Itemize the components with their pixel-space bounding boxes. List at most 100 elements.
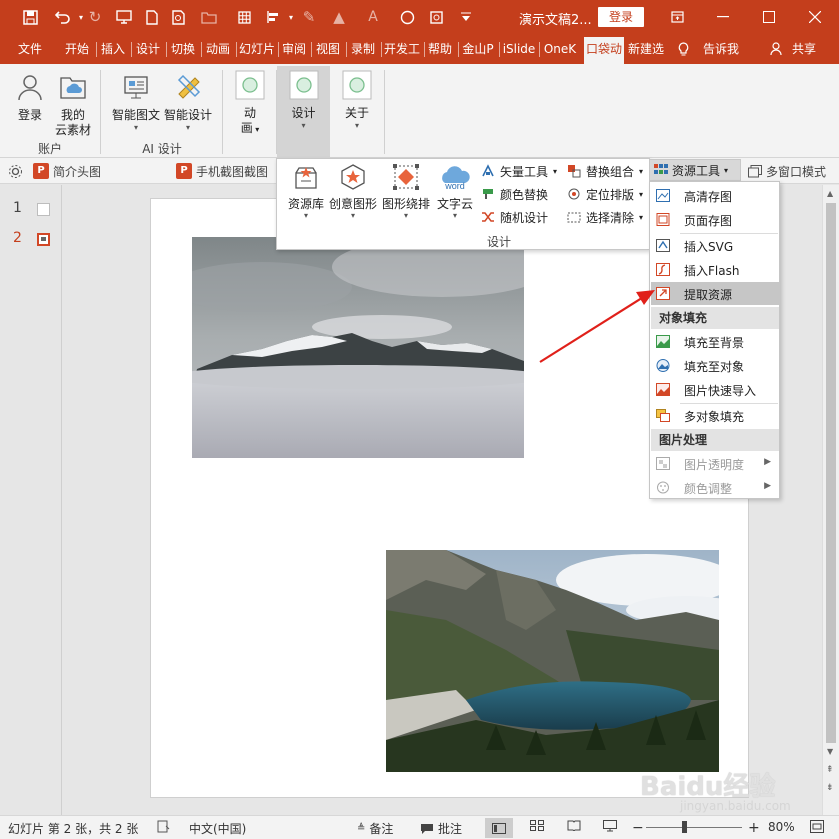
print-preview-icon[interactable] xyxy=(166,0,192,34)
color-replace-button[interactable]: 颜色替换 xyxy=(481,184,548,204)
language-indicator[interactable]: 中文(中国) xyxy=(189,820,246,837)
multi-window-item[interactable]: 多窗口模式 xyxy=(748,162,826,180)
close-icon[interactable] xyxy=(792,0,838,34)
smart-graphic-button[interactable]: 智能图文 ▾ xyxy=(108,72,164,133)
menu-page-save-image[interactable]: 页面存图 xyxy=(651,208,779,231)
tab-transitions[interactable]: 切换 xyxy=(168,34,198,64)
tab-review[interactable]: 审阅 xyxy=(279,34,309,64)
menu-extract-resources[interactable]: 提取资源 xyxy=(651,282,779,305)
zoom-in-icon[interactable]: + xyxy=(748,820,760,836)
select-clear-button[interactable]: 选择清除 ▾ xyxy=(567,207,643,227)
previous-slide-icon[interactable]: ⇞ xyxy=(826,765,834,775)
resource-tools-button[interactable]: 资源工具 ▾ xyxy=(649,159,741,181)
menu-fill-to-background[interactable]: 填充至背景 xyxy=(651,330,779,353)
random-design-button[interactable]: 随机设计 xyxy=(481,207,548,227)
next-slide-icon[interactable]: ⇟ xyxy=(826,783,834,793)
position-layout-button[interactable]: 定位排版 ▾ xyxy=(567,184,643,204)
comments-button[interactable]: 批注 xyxy=(420,820,462,837)
minimize-icon[interactable] xyxy=(700,0,746,34)
normal-view-icon[interactable] xyxy=(485,818,513,838)
menu-image-transparency[interactable]: 图片透明度 ▶ xyxy=(651,452,779,475)
scrollbar-thumb[interactable] xyxy=(826,203,836,743)
reading-view-icon[interactable] xyxy=(567,820,581,831)
new-file-icon[interactable] xyxy=(139,0,165,34)
zoom-slider-thumb[interactable] xyxy=(682,821,687,833)
open-folder-icon[interactable] xyxy=(196,0,222,34)
slideshow-view-icon[interactable] xyxy=(603,820,617,832)
tab-islide[interactable]: iSlide xyxy=(501,34,537,64)
account-login-button[interactable]: 登录 xyxy=(10,72,50,123)
color-replace-label: 颜色替换 xyxy=(500,187,549,202)
design-menu-button[interactable]: 设计 ▾ xyxy=(277,66,330,158)
tab-new[interactable]: 新建选 xyxy=(626,34,666,64)
login-button[interactable]: 登录 xyxy=(598,7,644,27)
intro-header-item[interactable]: P 简介头图 xyxy=(33,162,101,180)
menu-color-adjust-label: 颜色调整 xyxy=(684,482,733,496)
menu-color-adjust[interactable]: 颜色调整 ▶ xyxy=(651,476,779,499)
fill-color-icon[interactable]: ▲ xyxy=(326,0,352,34)
zoom-slider[interactable] xyxy=(646,821,742,833)
about-button[interactable]: 关于 ▾ xyxy=(340,70,374,131)
crop-icon[interactable] xyxy=(423,0,449,34)
maximize-icon[interactable] xyxy=(746,0,792,34)
mountain-lake-image[interactable] xyxy=(386,550,719,772)
word-cloud-button[interactable]: word 文字云 ▾ xyxy=(433,163,477,221)
animation-button[interactable]: 动 画 ▾ xyxy=(234,70,266,137)
menu-fill-to-object[interactable]: 填充至对象 xyxy=(651,354,779,377)
tab-animations[interactable]: 动画 xyxy=(203,34,233,64)
tab-pocket-animation[interactable]: 口袋动 xyxy=(584,37,624,64)
save-icon[interactable] xyxy=(17,0,43,34)
slide-thumbnail-2[interactable] xyxy=(37,233,50,246)
notes-button[interactable]: ≜ 备注 xyxy=(357,820,393,837)
slide-sorter-icon[interactable] xyxy=(530,820,544,831)
foggy-mountain-image[interactable] xyxy=(192,237,524,458)
fit-to-window-icon[interactable] xyxy=(810,820,824,833)
grid-icon[interactable] xyxy=(231,0,257,34)
phone-screenshot-item[interactable]: P 手机截图截图 xyxy=(176,162,268,180)
accessibility-icon[interactable] xyxy=(157,820,170,833)
tab-kingsoft[interactable]: 金山P xyxy=(459,34,497,64)
tab-help[interactable]: 帮助 xyxy=(425,34,455,64)
zoom-level[interactable]: 80% xyxy=(768,820,795,834)
present-from-start-icon[interactable] xyxy=(111,0,137,34)
tab-slideshow[interactable]: 幻灯片 xyxy=(237,34,277,64)
tell-me-search[interactable]: 告诉我 xyxy=(700,34,742,64)
tab-file[interactable]: 文件 xyxy=(10,34,50,64)
scroll-down-icon[interactable]: ▼ xyxy=(827,747,833,756)
settings-icon[interactable] xyxy=(8,162,23,180)
tab-insert[interactable]: 插入 xyxy=(98,34,128,64)
tab-developer[interactable]: 开发工 xyxy=(383,34,421,64)
tab-record[interactable]: 录制 xyxy=(348,34,378,64)
tab-view[interactable]: 视图 xyxy=(313,34,343,64)
font-color-icon[interactable]: A xyxy=(360,0,386,34)
menu-insert-svg[interactable]: 插入SVG xyxy=(651,234,779,257)
share-user-icon[interactable] xyxy=(770,34,784,64)
redo-icon[interactable]: ↻ xyxy=(82,0,108,34)
shape-wrap-button[interactable]: 图形绕排 ▾ xyxy=(379,163,433,221)
tab-design[interactable]: 设计 xyxy=(133,34,163,64)
vector-tools-button[interactable]: 矢量工具 ▾ xyxy=(481,161,557,181)
creative-shapes-button[interactable]: 创意图形 ▾ xyxy=(327,163,379,221)
vertical-scrollbar[interactable]: ▲ ▼ ⇞ ⇟ xyxy=(822,185,839,815)
lightbulb-icon[interactable] xyxy=(676,34,690,64)
menu-insert-flash[interactable]: 插入Flash xyxy=(651,258,779,281)
share-button[interactable]: 共享 xyxy=(788,34,820,64)
menu-hd-save-image[interactable]: 高清存图 xyxy=(651,184,779,207)
creative-shapes-label: 创意图形 xyxy=(328,197,377,211)
smart-design-button[interactable]: 智能设计 ▾ xyxy=(162,72,214,133)
menu-quick-image-import[interactable]: 图片快速导入 xyxy=(651,378,779,401)
menu-multi-object-fill[interactable]: 多对象填充 xyxy=(651,404,779,427)
my-cloud-assets-button[interactable]: 我的 云素材 xyxy=(52,72,94,138)
zoom-out-icon[interactable]: − xyxy=(632,820,644,836)
resource-library-button[interactable]: 资源库 ▾ xyxy=(283,163,329,221)
tab-home[interactable]: 开始 xyxy=(62,34,92,64)
slide-thumbnail-1[interactable] xyxy=(37,203,50,216)
scroll-up-icon[interactable]: ▲ xyxy=(827,189,833,198)
tab-onekey[interactable]: OneK xyxy=(541,34,579,64)
ribbon-display-options-icon[interactable] xyxy=(654,0,700,34)
circle-shape-icon[interactable] xyxy=(394,0,420,34)
eyedropper-icon[interactable]: ✎ xyxy=(296,0,322,34)
customize-toolbar-icon[interactable] xyxy=(453,0,479,34)
replace-group-button[interactable]: 替换组合 ▾ xyxy=(567,161,643,181)
menu-quick-image-import-label: 图片快速导入 xyxy=(684,384,757,398)
